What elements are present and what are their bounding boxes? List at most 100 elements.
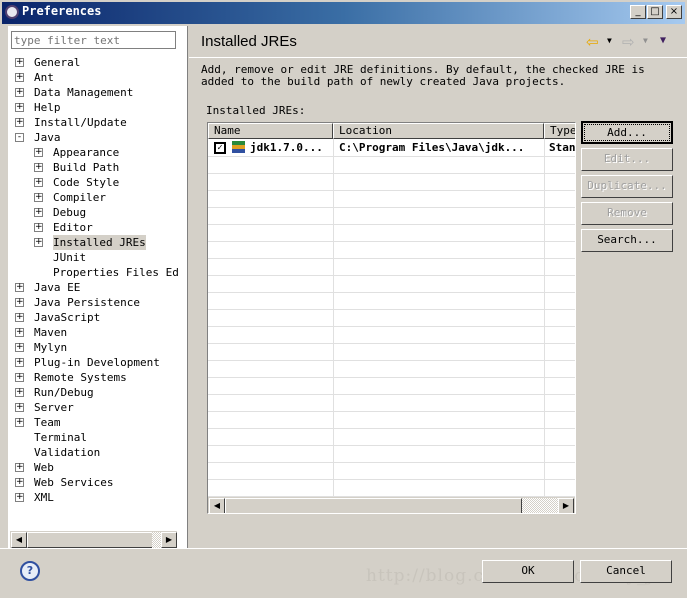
header-separator [189, 57, 687, 58]
expand-icon[interactable]: + [15, 328, 24, 337]
back-dropdown-icon[interactable]: ▼ [607, 36, 612, 45]
page-description: Add, remove or edit JRE definitions. By … [201, 63, 645, 88]
back-arrow-icon[interactable]: ⇦ [586, 33, 599, 51]
add-button[interactable]: Add... [581, 121, 673, 144]
tree-item-label: Data Management [34, 86, 134, 99]
expand-icon[interactable]: + [15, 283, 24, 292]
grid-line [208, 377, 575, 378]
table-row[interactable]: ✓ jdk1.7.0... C:\Program Files\Java\jdk.… [208, 139, 575, 156]
expand-icon[interactable]: + [15, 493, 24, 502]
search-button[interactable]: Search... [581, 229, 673, 252]
expand-icon[interactable]: + [15, 388, 24, 397]
tree-item-label: Web Services [34, 476, 114, 489]
grid-line [208, 258, 575, 259]
tree-item-label: JUnit [53, 251, 87, 264]
grid-line [208, 360, 575, 361]
tree-item-label: JavaScript [34, 311, 101, 324]
tree-item-label: Remote Systems [34, 371, 127, 384]
help-icon[interactable]: ? [20, 561, 40, 581]
expand-icon[interactable]: + [15, 373, 24, 382]
grid-line [208, 343, 575, 344]
grid-line [208, 479, 575, 480]
grid-line [208, 462, 575, 463]
tree-item-label: Debug [53, 206, 87, 219]
scroll-track [522, 498, 558, 513]
scroll-thumb[interactable] [225, 498, 522, 513]
column-header-name[interactable]: Name [208, 123, 333, 139]
scroll-thumb[interactable] [27, 532, 161, 548]
row-checkbox[interactable]: ✓ [214, 142, 226, 154]
expand-icon[interactable]: + [15, 463, 24, 472]
tree-item-label: Build Path [53, 161, 120, 174]
grid-line [208, 292, 575, 293]
tree-horizontal-scrollbar[interactable]: ◀ ▶ [10, 531, 177, 548]
expand-icon[interactable]: + [34, 178, 43, 187]
expand-icon[interactable]: + [15, 478, 24, 487]
column-header-location[interactable]: Location [333, 123, 544, 139]
expand-icon[interactable]: + [15, 313, 24, 322]
tree-item-label: Web [34, 461, 54, 474]
scroll-left-icon[interactable]: ◀ [11, 532, 27, 548]
tree-item-label: Code Style [53, 176, 120, 189]
tree-item-label: Java [34, 131, 61, 144]
tree-item-label: Properties Files Edit [53, 266, 178, 279]
forward-arrow-icon[interactable]: ⇨ [622, 33, 635, 51]
grid-line [208, 445, 575, 446]
tree-item-label: Mylyn [34, 341, 68, 354]
grid-line [208, 428, 575, 429]
tree-item-label: Plug-in Development [34, 356, 160, 369]
expand-icon[interactable]: + [15, 118, 24, 127]
expand-icon[interactable]: + [34, 193, 43, 202]
duplicate-button[interactable]: Duplicate... [581, 175, 673, 198]
expand-icon[interactable]: + [15, 358, 24, 367]
row-type: Stan [549, 141, 576, 154]
collapse-icon[interactable]: - [15, 133, 24, 142]
grid-line [208, 207, 575, 208]
cancel-button[interactable]: Cancel [580, 560, 672, 583]
table-horizontal-scrollbar[interactable]: ◀ ▶ [208, 497, 575, 513]
tree-item-label: Appearance [53, 146, 120, 159]
expand-icon[interactable]: + [15, 418, 24, 427]
grid-line [544, 139, 545, 499]
tree-item-label: XML [34, 491, 54, 504]
remove-button[interactable]: Remove [581, 202, 673, 225]
view-menu-icon[interactable]: ▼ [660, 35, 666, 46]
expand-icon[interactable]: + [15, 58, 24, 67]
grid-line [208, 241, 575, 242]
tree-item-label: General [34, 56, 81, 69]
expand-icon[interactable]: + [34, 223, 43, 232]
expand-icon[interactable]: + [15, 343, 24, 352]
tree-item-label: Maven [34, 326, 68, 339]
scroll-right-icon[interactable]: ▶ [558, 498, 574, 513]
maximize-button[interactable]: □ [647, 5, 663, 19]
ok-button[interactable]: OK [482, 560, 574, 583]
expand-icon[interactable]: + [15, 403, 24, 412]
tree-item-label: Compiler [53, 191, 106, 204]
scroll-left-icon[interactable]: ◀ [209, 498, 225, 513]
forward-dropdown-icon[interactable]: ▼ [643, 36, 648, 45]
tree-item-label: Server [34, 401, 74, 414]
expand-icon[interactable]: + [15, 103, 24, 112]
minimize-button[interactable]: _ [630, 5, 646, 19]
expand-icon[interactable]: + [15, 73, 24, 82]
filter-input[interactable] [11, 31, 176, 49]
preference-tree: + General + Ant + Data Management + Help + Instal… [8, 55, 178, 525]
tree-item-label: Java EE [34, 281, 81, 294]
expand-icon[interactable]: + [34, 208, 43, 217]
tree-item-label: Team [34, 416, 61, 429]
title-bar [0, 0, 687, 24]
grid-line [208, 394, 575, 395]
column-header-type[interactable]: Type [544, 123, 575, 139]
expand-icon[interactable]: + [15, 298, 24, 307]
edit-button[interactable]: Edit... [581, 148, 673, 171]
close-button[interactable]: × [666, 5, 682, 19]
row-name: jdk1.7.0... [250, 141, 323, 154]
expand-icon[interactable]: + [34, 148, 43, 157]
scroll-right-icon[interactable]: ▶ [161, 532, 177, 548]
grid-line [208, 411, 575, 412]
expand-icon[interactable]: + [15, 88, 24, 97]
expand-icon[interactable]: + [34, 163, 43, 172]
preferences-icon [5, 5, 19, 19]
expand-icon[interactable]: + [34, 238, 43, 247]
tree-item-label: Run/Debug [34, 386, 94, 399]
